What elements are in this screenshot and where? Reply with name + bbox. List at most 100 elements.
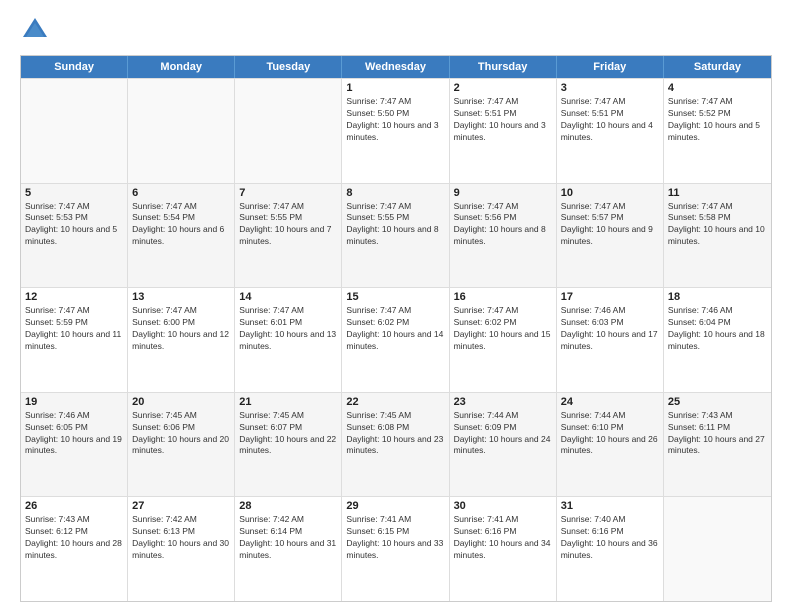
calendar-row-3: 19 Sunrise: 7:46 AMSunset: 6:05 PMDayligh…: [21, 392, 771, 497]
header: [20, 15, 772, 45]
cell-info: Sunrise: 7:47 AMSunset: 5:59 PMDaylight:…: [25, 305, 123, 353]
day-number: 23: [454, 396, 552, 408]
calendar-cell: 28Sunrise: 7:42 AMSunset: 6:14 PMDayligh…: [235, 497, 342, 601]
calendar-cell: 11 Sunrise: 7:47 AMSunset: 5:58 PMDayligh…: [664, 184, 771, 288]
cell-info: Sunrise: 7:47 AMSunset: 5:58 PMDaylight:…: [668, 201, 767, 249]
calendar-cell: 3Sunrise: 7:47 AMSunset: 5:51 PMDaylight…: [557, 79, 664, 183]
calendar-cell: 24 Sunrise: 7:44 AMSunset: 6:10 PMDayligh…: [557, 393, 664, 497]
cell-info: Sunrise: 7:47 AMSunset: 5:51 PMDaylight:…: [561, 96, 659, 144]
calendar-cell: 10 Sunrise: 7:47 AMSunset: 5:57 PMDayligh…: [557, 184, 664, 288]
cell-info: Sunrise: 7:46 AMSunset: 6:03 PMDaylight:…: [561, 305, 659, 353]
calendar-cell: 22Sunrise: 7:45 AMSunset: 6:08 PMDayligh…: [342, 393, 449, 497]
day-number: 9: [454, 187, 552, 199]
logo: [20, 15, 54, 45]
day-number: 20: [132, 396, 230, 408]
day-number: 8: [346, 187, 444, 199]
calendar-cell: 1 Sunrise: 7:47 AMSunset: 5:50 PMDaylight…: [342, 79, 449, 183]
calendar-cell: 12 Sunrise: 7:47 AMSunset: 5:59 PMDayligh…: [21, 288, 128, 392]
cell-info: Sunrise: 7:47 AMSunset: 5:57 PMDaylight:…: [561, 201, 659, 249]
calendar-cell: 15 Sunrise: 7:47 AMSunset: 6:02 PMDayligh…: [342, 288, 449, 392]
calendar-body: 1 Sunrise: 7:47 AMSunset: 5:50 PMDaylight…: [21, 78, 771, 601]
day-number: 15: [346, 291, 444, 303]
cell-info: Sunrise: 7:42 AMSunset: 6:14 PMDaylight:…: [239, 514, 337, 562]
page: SundayMondayTuesdayWednesdayThursdayFrid…: [0, 0, 792, 612]
day-number: 12: [25, 291, 123, 303]
cell-info: Sunrise: 7:41 AMSunset: 6:15 PMDaylight:…: [346, 514, 444, 562]
calendar-header: SundayMondayTuesdayWednesdayThursdayFrid…: [21, 56, 771, 78]
day-header-wednesday: Wednesday: [342, 56, 449, 78]
day-header-sunday: Sunday: [21, 56, 128, 78]
day-number: 1: [346, 82, 444, 94]
day-number: 21: [239, 396, 337, 408]
day-number: 25: [668, 396, 767, 408]
cell-info: Sunrise: 7:43 AMSunset: 6:11 PMDaylight:…: [668, 410, 767, 458]
calendar-row-0: 1 Sunrise: 7:47 AMSunset: 5:50 PMDaylight…: [21, 78, 771, 183]
calendar-row-2: 12 Sunrise: 7:47 AMSunset: 5:59 PMDayligh…: [21, 287, 771, 392]
day-number: 13: [132, 291, 230, 303]
logo-icon: [20, 15, 50, 45]
calendar: SundayMondayTuesdayWednesdayThursdayFrid…: [20, 55, 772, 602]
calendar-cell: 8 Sunrise: 7:47 AMSunset: 5:55 PMDaylight…: [342, 184, 449, 288]
cell-info: Sunrise: 7:46 AMSunset: 6:04 PMDaylight:…: [668, 305, 767, 353]
calendar-cell: [128, 79, 235, 183]
day-number: 19: [25, 396, 123, 408]
day-number: 22: [346, 396, 444, 408]
cell-info: Sunrise: 7:43 AMSunset: 6:12 PMDaylight:…: [25, 514, 123, 562]
cell-info: Sunrise: 7:47 AMSunset: 5:55 PMDaylight:…: [346, 201, 444, 249]
calendar-cell: 23 Sunrise: 7:44 AMSunset: 6:09 PMDayligh…: [450, 393, 557, 497]
cell-info: Sunrise: 7:40 AMSunset: 6:16 PMDaylight:…: [561, 514, 659, 562]
calendar-cell: [664, 497, 771, 601]
calendar-cell: 30Sunrise: 7:41 AMSunset: 6:16 PMDayligh…: [450, 497, 557, 601]
day-number: 17: [561, 291, 659, 303]
calendar-cell: 25 Sunrise: 7:43 AMSunset: 6:11 PMDayligh…: [664, 393, 771, 497]
day-number: 31: [561, 500, 659, 512]
calendar-cell: 19 Sunrise: 7:46 AMSunset: 6:05 PMDayligh…: [21, 393, 128, 497]
cell-info: Sunrise: 7:47 AMSunset: 6:02 PMDaylight:…: [454, 305, 552, 353]
cell-info: Sunrise: 7:47 AMSunset: 5:50 PMDaylight:…: [346, 96, 444, 144]
cell-info: Sunrise: 7:47 AMSunset: 5:55 PMDaylight:…: [239, 201, 337, 249]
cell-info: Sunrise: 7:42 AMSunset: 6:13 PMDaylight:…: [132, 514, 230, 562]
cell-info: Sunrise: 7:47 AMSunset: 5:54 PMDaylight:…: [132, 201, 230, 249]
day-number: 29: [346, 500, 444, 512]
calendar-cell: [21, 79, 128, 183]
calendar-cell: 27 Sunrise: 7:42 AMSunset: 6:13 PMDayligh…: [128, 497, 235, 601]
day-number: 27: [132, 500, 230, 512]
cell-info: Sunrise: 7:44 AMSunset: 6:09 PMDaylight:…: [454, 410, 552, 458]
day-number: 10: [561, 187, 659, 199]
calendar-cell: 5 Sunrise: 7:47 AMSunset: 5:53 PMDaylight…: [21, 184, 128, 288]
day-number: 4: [668, 82, 767, 94]
day-header-monday: Monday: [128, 56, 235, 78]
cell-info: Sunrise: 7:47 AMSunset: 5:53 PMDaylight:…: [25, 201, 123, 249]
day-number: 26: [25, 500, 123, 512]
calendar-cell: 2 Sunrise: 7:47 AMSunset: 5:51 PMDaylight…: [450, 79, 557, 183]
calendar-cell: 16Sunrise: 7:47 AMSunset: 6:02 PMDayligh…: [450, 288, 557, 392]
calendar-cell: 4 Sunrise: 7:47 AMSunset: 5:52 PMDaylight…: [664, 79, 771, 183]
day-number: 5: [25, 187, 123, 199]
cell-info: Sunrise: 7:41 AMSunset: 6:16 PMDaylight:…: [454, 514, 552, 562]
day-number: 6: [132, 187, 230, 199]
cell-info: Sunrise: 7:46 AMSunset: 6:05 PMDaylight:…: [25, 410, 123, 458]
calendar-cell: 7 Sunrise: 7:47 AMSunset: 5:55 PMDaylight…: [235, 184, 342, 288]
cell-info: Sunrise: 7:45 AMSunset: 6:06 PMDaylight:…: [132, 410, 230, 458]
calendar-cell: 29 Sunrise: 7:41 AMSunset: 6:15 PMDayligh…: [342, 497, 449, 601]
calendar-cell: 20 Sunrise: 7:45 AMSunset: 6:06 PMDayligh…: [128, 393, 235, 497]
calendar-row-1: 5 Sunrise: 7:47 AMSunset: 5:53 PMDaylight…: [21, 183, 771, 288]
day-number: 11: [668, 187, 767, 199]
calendar-cell: 6 Sunrise: 7:47 AMSunset: 5:54 PMDaylight…: [128, 184, 235, 288]
cell-info: Sunrise: 7:44 AMSunset: 6:10 PMDaylight:…: [561, 410, 659, 458]
calendar-cell: 31 Sunrise: 7:40 AMSunset: 6:16 PMDayligh…: [557, 497, 664, 601]
cell-info: Sunrise: 7:47 AMSunset: 6:01 PMDaylight:…: [239, 305, 337, 353]
calendar-cell: 13 Sunrise: 7:47 AMSunset: 6:00 PMDayligh…: [128, 288, 235, 392]
day-header-thursday: Thursday: [450, 56, 557, 78]
cell-info: Sunrise: 7:47 AMSunset: 5:52 PMDaylight:…: [668, 96, 767, 144]
day-number: 7: [239, 187, 337, 199]
cell-info: Sunrise: 7:47 AMSunset: 5:56 PMDaylight:…: [454, 201, 552, 249]
cell-info: Sunrise: 7:47 AMSunset: 5:51 PMDaylight:…: [454, 96, 552, 144]
day-number: 2: [454, 82, 552, 94]
calendar-cell: 26 Sunrise: 7:43 AMSunset: 6:12 PMDayligh…: [21, 497, 128, 601]
day-number: 24: [561, 396, 659, 408]
day-header-saturday: Saturday: [664, 56, 771, 78]
cell-info: Sunrise: 7:47 AMSunset: 6:00 PMDaylight:…: [132, 305, 230, 353]
cell-info: Sunrise: 7:47 AMSunset: 6:02 PMDaylight:…: [346, 305, 444, 353]
day-header-friday: Friday: [557, 56, 664, 78]
